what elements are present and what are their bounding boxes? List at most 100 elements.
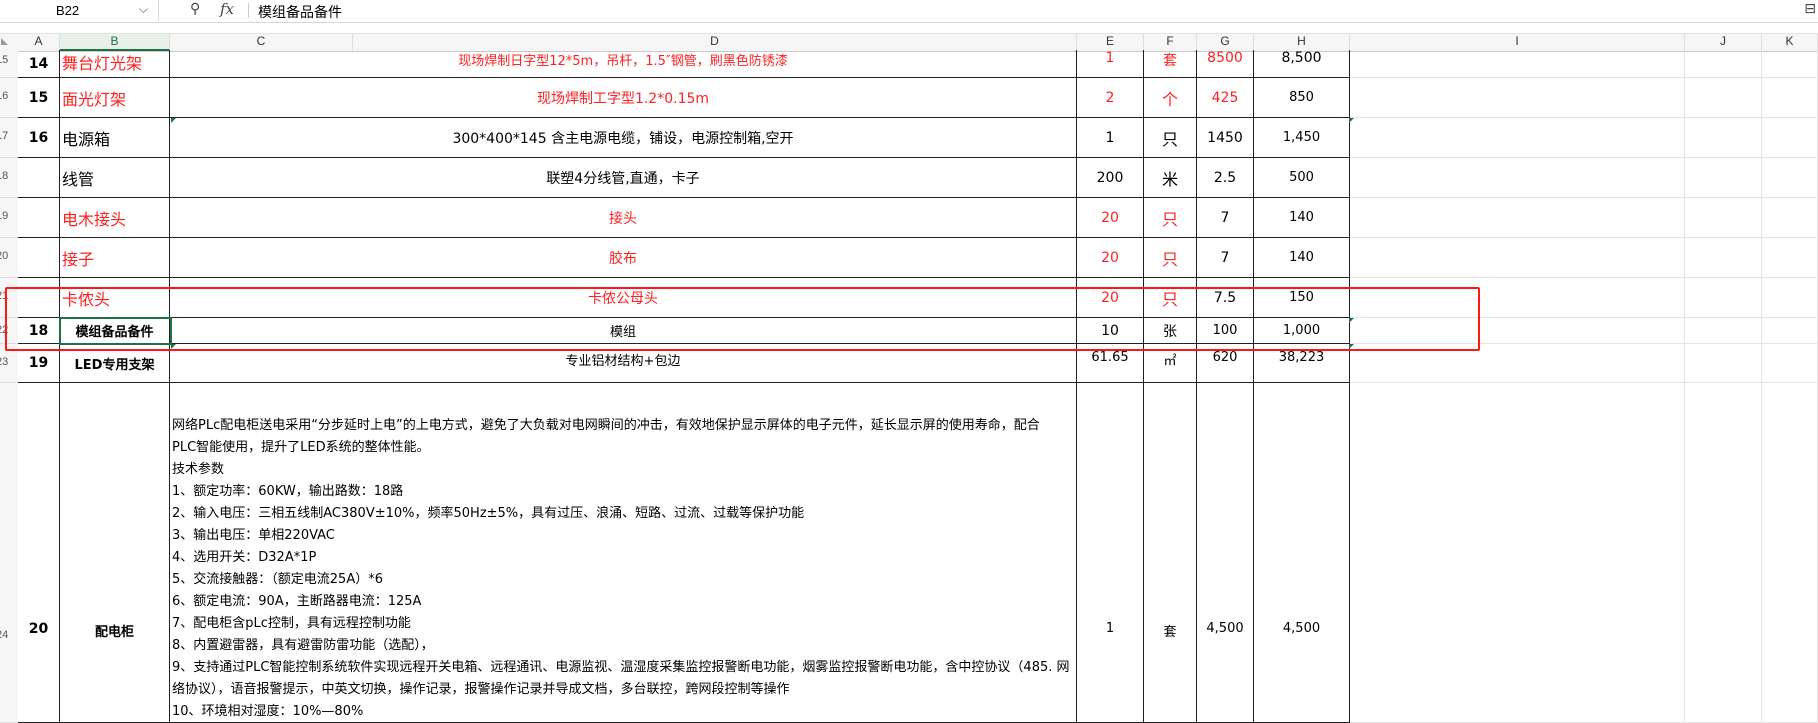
cell-no[interactable]: 15 [18, 78, 60, 118]
cell-unit[interactable]: 只 [1144, 238, 1197, 278]
column-header-c[interactable]: C [170, 34, 353, 51]
column-header-h[interactable]: H [1254, 34, 1350, 51]
cell-price[interactable]: 425 [1197, 78, 1254, 118]
cell-empty[interactable] [1762, 50, 1818, 78]
cell-total[interactable]: 850 [1254, 78, 1350, 118]
cell-empty[interactable] [1350, 238, 1685, 278]
cell-empty[interactable] [1762, 198, 1818, 238]
cell-empty[interactable] [1350, 383, 1685, 723]
cell-total[interactable]: 8,500 [1254, 50, 1350, 78]
cell-empty[interactable] [1350, 158, 1685, 198]
cell-no[interactable]: 16 [18, 118, 60, 158]
cell-empty[interactable] [1762, 158, 1818, 198]
fx-icon[interactable]: fx [220, 0, 234, 18]
cell-no[interactable] [18, 238, 60, 278]
cell-price[interactable]: 4,500 [1197, 383, 1254, 723]
cell-unit[interactable]: 只 [1144, 118, 1197, 158]
row-header[interactable]: 16 [0, 78, 18, 118]
select-all-corner[interactable] [0, 34, 18, 51]
expand-icon[interactable]: ⊟ [1804, 1, 1816, 17]
cell-qty[interactable]: 1 [1077, 118, 1144, 158]
cell-empty[interactable] [1350, 198, 1685, 238]
cell-no[interactable]: 20 [18, 383, 60, 723]
row-header[interactable]: 19 [0, 198, 18, 238]
cell-spec[interactable]: 300*400*145 含主电源电缆，铺设，电源控制箱,空开 [170, 118, 1077, 158]
column-header-b[interactable]: B [60, 34, 170, 51]
cell-unit[interactable]: 个 [1144, 78, 1197, 118]
cell-unit[interactable]: 米 [1144, 158, 1197, 198]
cell-spec[interactable]: 联塑4分线管,直通，卡子 [170, 158, 1077, 198]
cell-qty[interactable]: 1 [1077, 383, 1144, 723]
cell-empty[interactable] [1350, 50, 1685, 78]
cell-unit[interactable]: 只 [1144, 198, 1197, 238]
cell-spec-description[interactable]: 网络PLc配电柜送电采用“分步延时上电”的上电方式，避免了大负载对电网瞬间的冲击… [170, 383, 1077, 723]
cell-no[interactable]: 14 [18, 50, 60, 78]
column-header-i[interactable]: I [1350, 34, 1685, 51]
cell-spec[interactable]: 现场焊制工字型1.2*0.15m [170, 78, 1077, 118]
cell-qty[interactable]: 20 [1077, 198, 1144, 238]
cell-price[interactable]: 7 [1197, 238, 1254, 278]
chevron-down-icon[interactable]: ⌵ [139, 2, 148, 17]
cell-empty[interactable] [1685, 78, 1762, 118]
cell-total[interactable]: 1,450 [1254, 118, 1350, 158]
cell-empty[interactable] [1685, 344, 1762, 383]
cell-spec[interactable]: 接头 [170, 198, 1077, 238]
cell-unit[interactable]: 套 [1144, 50, 1197, 78]
column-header-g[interactable]: G [1197, 34, 1254, 51]
cell-empty[interactable] [1685, 158, 1762, 198]
cell-qty[interactable]: 2 [1077, 78, 1144, 118]
cell-no[interactable] [18, 198, 60, 238]
formula-input[interactable]: 模组备品备件 [258, 2, 342, 22]
row-header[interactable]: 18 [0, 158, 18, 198]
cell-empty[interactable] [1685, 50, 1762, 78]
cell-qty[interactable]: 20 [1077, 238, 1144, 278]
column-header-f[interactable]: F [1144, 34, 1197, 51]
cell-qty[interactable]: 1 [1077, 50, 1144, 78]
cell-qty[interactable]: 200 [1077, 158, 1144, 198]
cell-name[interactable]: 电源箱 [60, 118, 170, 158]
column-header-e[interactable]: E [1077, 34, 1144, 51]
row-header[interactable]: 15 [0, 50, 18, 78]
cell-total[interactable]: 140 [1254, 238, 1350, 278]
cell-price[interactable]: 2.5 [1197, 158, 1254, 198]
cell-name[interactable]: 电木接头 [60, 198, 170, 238]
cell-empty[interactable] [1762, 238, 1818, 278]
cell-empty[interactable] [1685, 118, 1762, 158]
cell-price[interactable]: 1450 [1197, 118, 1254, 158]
cell-spec[interactable]: 胶布 [170, 238, 1077, 278]
cell-empty[interactable] [1685, 238, 1762, 278]
cell-empty[interactable] [1350, 118, 1685, 158]
cell-empty[interactable] [1762, 383, 1818, 723]
cell-empty[interactable] [1762, 78, 1818, 118]
cell-empty[interactable] [1685, 383, 1762, 723]
name-box[interactable]: B22 ⌵ [0, 0, 159, 21]
cell-total[interactable]: 4,500 [1254, 383, 1350, 723]
cell-name[interactable]: 面光灯架 [60, 78, 170, 118]
cell-empty[interactable] [1350, 78, 1685, 118]
cell-name[interactable]: 舞台灯光架 [60, 50, 170, 78]
cell-name[interactable]: 接子 [60, 238, 170, 278]
magnifier-icon[interactable]: ⚲ [190, 1, 200, 17]
column-header-a[interactable]: A [18, 34, 60, 51]
cell-price[interactable]: 8500 [1197, 50, 1254, 78]
row-header[interactable]: 24 [0, 383, 18, 723]
cell-no[interactable] [18, 158, 60, 198]
cell-price[interactable]: 7 [1197, 198, 1254, 238]
cell-unit[interactable]: 套 [1144, 383, 1197, 723]
cell-name[interactable]: 配电柜 [60, 383, 170, 723]
column-header-k[interactable]: K [1762, 34, 1818, 51]
cell-empty[interactable] [1762, 278, 1818, 318]
cell-total[interactable]: 500 [1254, 158, 1350, 198]
cell-empty[interactable] [1762, 118, 1818, 158]
cell-empty[interactable] [1762, 344, 1818, 383]
cell-empty[interactable] [1685, 198, 1762, 238]
row-header[interactable]: 17 [0, 118, 18, 158]
cell-empty[interactable] [1762, 318, 1818, 344]
cell-empty[interactable] [1685, 318, 1762, 344]
cell-name[interactable]: 线管 [60, 158, 170, 198]
column-header-j[interactable]: J [1685, 34, 1762, 51]
cell-total[interactable]: 140 [1254, 198, 1350, 238]
cell-empty[interactable] [1685, 278, 1762, 318]
column-header-d[interactable]: D [353, 34, 1077, 51]
cell-spec[interactable]: 现场焊制日字型12*5m，吊杆，1.5″钢管，刷黑色防锈漆 [170, 50, 1077, 78]
